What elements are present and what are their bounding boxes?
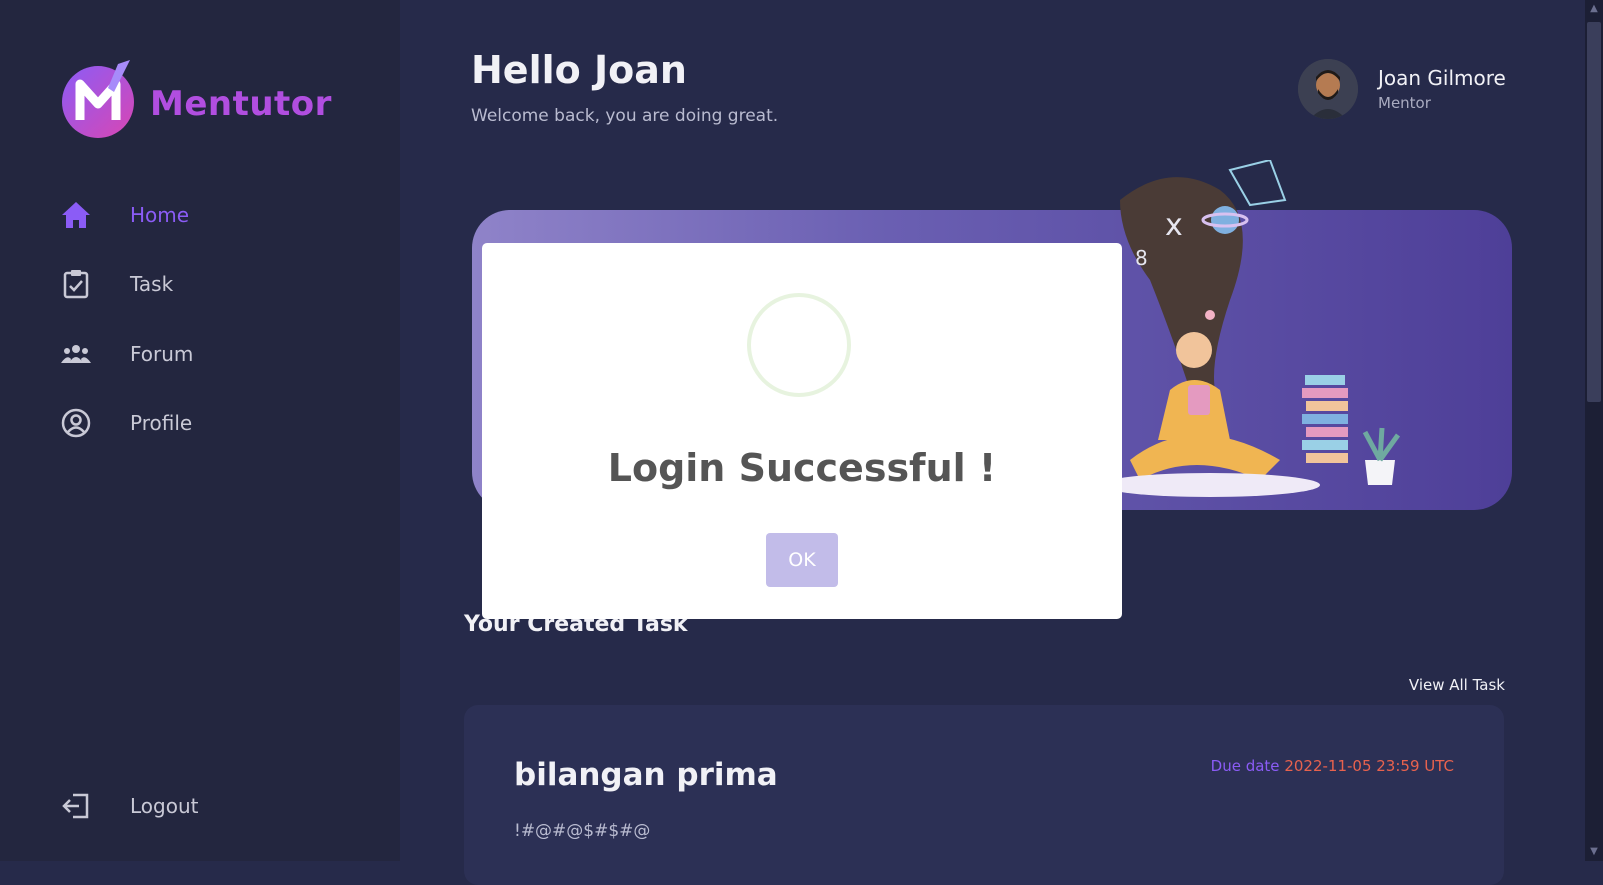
vertical-scrollbar[interactable]: ▲ ▼ [1585,0,1603,861]
login-success-dialog: Login Successful ! OK [482,243,1122,619]
ok-button[interactable]: OK [766,533,838,587]
scroll-up-icon[interactable]: ▲ [1587,2,1601,16]
scroll-down-icon[interactable]: ▼ [1587,845,1601,859]
success-ring-icon [747,293,851,397]
scrollbar-thumb[interactable] [1587,22,1601,402]
dialog-title: Login Successful ! [607,446,997,490]
